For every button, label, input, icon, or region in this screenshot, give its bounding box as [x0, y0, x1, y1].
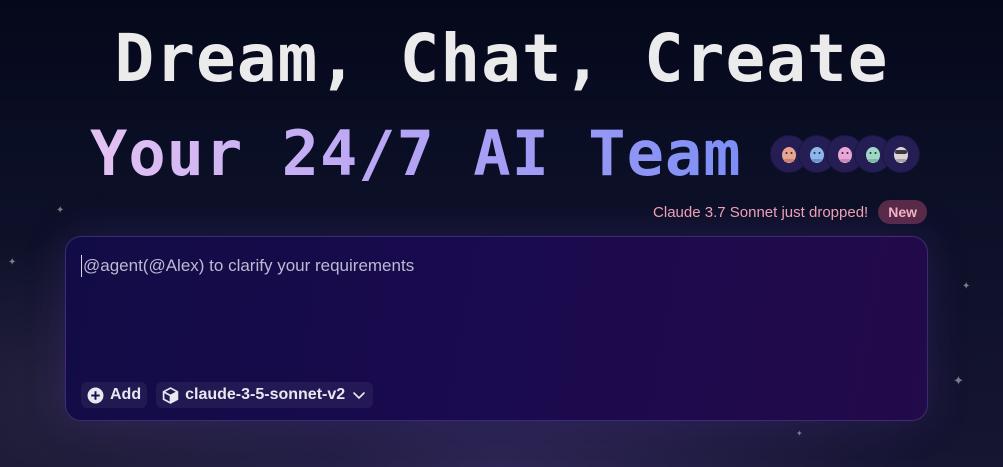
- character-icon: [781, 147, 796, 163]
- new-badge: New: [878, 200, 927, 224]
- character-icon: [809, 147, 824, 163]
- chat-composer: Add claude-3-5-sonnet-v2: [65, 236, 928, 421]
- star-icon: ✦: [796, 429, 803, 438]
- composer-toolbar: Add claude-3-5-sonnet-v2: [81, 382, 374, 408]
- add-button-label: Add: [110, 386, 142, 403]
- plus-circle-icon: [87, 387, 104, 403]
- avatar[interactable]: [881, 135, 920, 173]
- add-button[interactable]: Add: [81, 382, 148, 408]
- cube-icon: [162, 386, 179, 404]
- hero-subtitle-row: Your 24/7 AI Team: [90, 114, 920, 194]
- promo-banner[interactable]: Claude 3.7 Sonnet just dropped! New: [653, 200, 927, 224]
- hero-subtitle: Your 24/7 AI Team: [90, 117, 742, 190]
- star-icon: ✦: [56, 205, 65, 216]
- character-icon: [837, 147, 852, 163]
- character-icon: [865, 147, 880, 163]
- team-avatars: [769, 135, 920, 173]
- model-selector[interactable]: claude-3-5-sonnet-v2: [156, 382, 374, 408]
- character-icon: [893, 147, 908, 163]
- chevron-down-icon: [353, 392, 365, 399]
- chat-input[interactable]: [81, 255, 911, 277]
- star-icon: ✦: [962, 281, 971, 292]
- hero-title: Dream, Chat, Create: [114, 20, 889, 97]
- star-icon: ✦: [8, 257, 17, 268]
- promo-text[interactable]: Claude 3.7 Sonnet just dropped!: [653, 204, 868, 221]
- star-icon: ✦: [953, 374, 964, 389]
- model-selector-label: claude-3-5-sonnet-v2: [185, 386, 346, 403]
